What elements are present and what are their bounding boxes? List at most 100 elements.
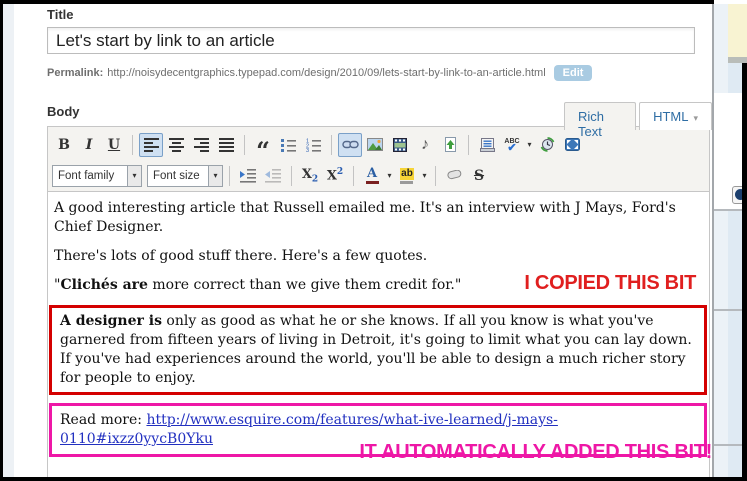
spellcheck-dropdown-caret[interactable]: ▾ (525, 140, 534, 149)
file-upload-icon (444, 137, 457, 152)
tab-rich-text[interactable]: Rich Text (564, 102, 636, 130)
music-note-icon: ♪ (421, 136, 429, 154)
align-left-button[interactable] (139, 133, 163, 157)
blockquote-icon: “ (256, 147, 270, 155)
toolbar-row-1: B I U “ (52, 129, 705, 160)
highlight-color-icon: ab (400, 168, 414, 184)
font-family-value: Font family (53, 166, 127, 186)
compose-screen: Title Permalink: http://noisydecentgraph… (0, 0, 747, 481)
annotation-copied-label: I COPIED THIS BIT (524, 272, 696, 295)
underline-icon: U (108, 137, 120, 153)
insert-video-button[interactable] (388, 133, 412, 157)
rich-text-editor-body[interactable]: A good interesting article that Russell … (47, 192, 710, 477)
clock-history-icon (540, 137, 555, 152)
tab-html[interactable]: HTML ▾ (639, 102, 712, 130)
sidebar-yellow-panel (728, 4, 747, 57)
image-icon (367, 138, 383, 151)
body-label: Body (47, 104, 80, 119)
print-icon (480, 138, 495, 152)
tab-rich-text-label: Rich Text (578, 109, 604, 139)
history-button[interactable] (535, 133, 559, 157)
fullscreen-icon (565, 138, 580, 151)
font-family-select[interactable]: Font family ▾ (52, 165, 142, 187)
insert-file-button[interactable] (438, 133, 462, 157)
compose-panel: Title Permalink: http://noisydecentgraph… (14, 4, 712, 477)
align-center-icon (169, 138, 184, 152)
spellcheck-icon: ABC ✔ (504, 138, 519, 152)
permalink: Permalink: http://noisydecentgraphics.ty… (47, 65, 592, 81)
underline-button[interactable]: U (102, 133, 126, 157)
indent-button[interactable] (236, 164, 260, 188)
font-size-value: Font size (148, 166, 208, 186)
frame-right-edge (742, 63, 747, 477)
ordered-list-button[interactable]: 123 (301, 133, 325, 157)
toolbar-separator (244, 135, 245, 155)
text-color-button[interactable]: A (360, 164, 384, 188)
italic-icon: I (86, 137, 93, 153)
bold-icon: B (58, 137, 70, 153)
toolbar-separator (229, 166, 230, 186)
frame-bottom-border (0, 477, 747, 481)
svg-text:3: 3 (306, 148, 309, 152)
outdent-icon (265, 169, 281, 183)
align-right-icon (194, 138, 209, 152)
chevron-down-icon: ▾ (693, 113, 698, 123)
align-justify-icon (219, 138, 234, 152)
italic-button[interactable]: I (77, 133, 101, 157)
bold-button[interactable]: B (52, 133, 76, 157)
insert-link-button[interactable] (338, 133, 362, 157)
editor-paragraph: A good interesting article that Russell … (54, 199, 703, 237)
insert-audio-button[interactable]: ♪ (413, 133, 437, 157)
bold-text: Clichés are (60, 277, 148, 293)
align-left-icon (144, 138, 159, 152)
sidebar-rule (714, 444, 742, 446)
toolbar-separator (435, 166, 436, 186)
font-size-select[interactable]: Font size ▾ (147, 165, 223, 187)
title-input[interactable] (47, 27, 695, 54)
align-right-button[interactable] (189, 133, 213, 157)
editor-paragraph: A designer is only as good as what he or… (60, 312, 696, 388)
print-button[interactable] (475, 133, 499, 157)
unordered-list-icon (281, 138, 296, 152)
toolbar-separator (331, 135, 332, 155)
insert-image-button[interactable] (363, 133, 387, 157)
unordered-list-button[interactable] (276, 133, 300, 157)
outdent-button[interactable] (261, 164, 285, 188)
spellcheck-button[interactable]: ABC ✔ (500, 133, 524, 157)
editor-toolbar: B I U “ (47, 126, 710, 192)
subscript-button[interactable]: X2 (298, 164, 322, 188)
frame-left-border (0, 0, 3, 481)
title-label: Title (47, 7, 74, 22)
eraser-icon (446, 170, 462, 181)
blockquote-button[interactable]: “ (251, 133, 275, 157)
remove-format-button[interactable] (442, 164, 466, 188)
toolbar-separator (353, 166, 354, 186)
tab-html-label: HTML (653, 109, 688, 124)
sidebar-rule (714, 309, 742, 311)
strikethrough-icon: S (474, 168, 484, 184)
editor-paragraph: There's lots of good stuff there. Here's… (54, 247, 703, 266)
toolbar-separator (291, 166, 292, 186)
chevron-down-icon: ▾ (127, 166, 141, 186)
toolbar-row-2: Font family ▾ Font size ▾ X2 (52, 160, 705, 191)
editor-mode-tabs: Rich Text HTML ▾ (564, 102, 712, 130)
subscript-icon: X2 (302, 167, 318, 185)
align-justify-button[interactable] (214, 133, 238, 157)
highlight-dropdown-caret[interactable]: ▾ (420, 171, 429, 180)
superscript-icon: X2 (327, 167, 343, 183)
chevron-down-icon: ▾ (208, 166, 222, 186)
permalink-url: http://noisydecentgraphics.typepad.com/d… (107, 67, 545, 79)
link-icon (342, 140, 359, 149)
align-center-button[interactable] (164, 133, 188, 157)
annotation-added-label: IT AUTOMATICALLY ADDED THIS BIT! (359, 441, 712, 464)
right-sidebar-sliver (712, 4, 747, 477)
text-color-icon: A (366, 168, 379, 184)
edit-permalink-button[interactable]: Edit (554, 65, 593, 81)
red-annotation-box: A designer is only as good as what he or… (49, 305, 707, 395)
superscript-button[interactable]: X2 (323, 164, 347, 188)
highlight-color-button[interactable]: ab (395, 164, 419, 188)
sidebar-rule (714, 209, 742, 211)
strikethrough-button[interactable]: S (467, 164, 491, 188)
toolbar-separator (468, 135, 469, 155)
text-color-dropdown-caret[interactable]: ▾ (385, 171, 394, 180)
